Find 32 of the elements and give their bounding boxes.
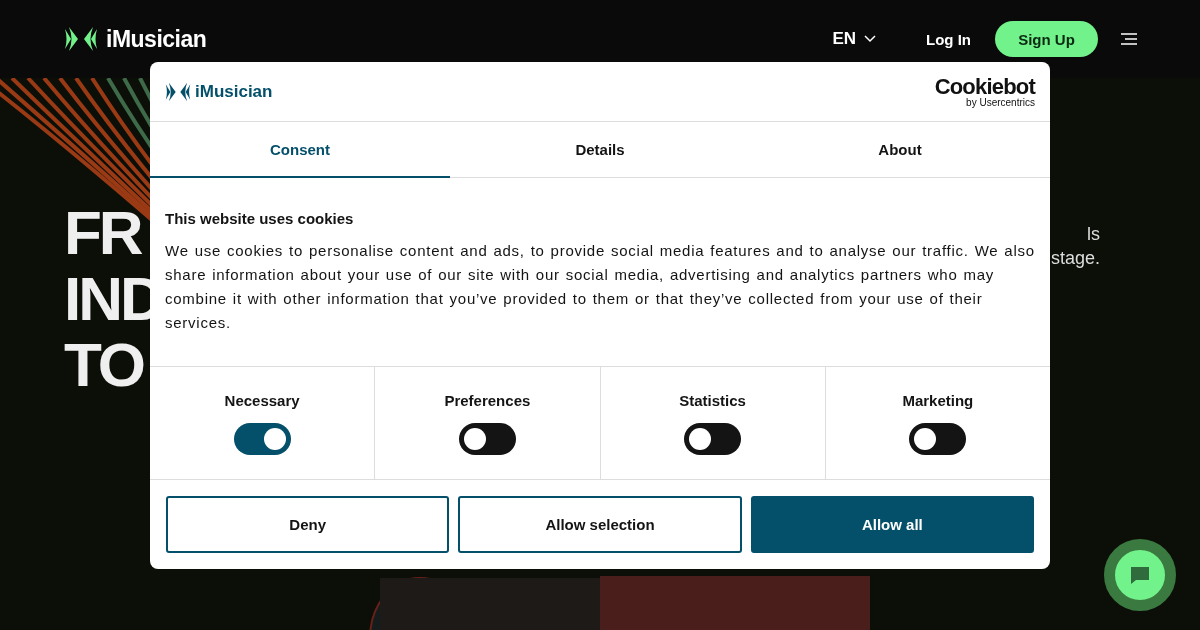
provider-logo: Cookiebot (934, 75, 1035, 98)
tab[interactable]: About (750, 122, 1050, 178)
consent-button[interactable]: Allow selection (458, 496, 742, 553)
tab[interactable]: Consent (150, 122, 450, 178)
dialog-text: We use cookies to personalise content and ads, to provide social media features and to analyse our traffic. We also share information about your use of our site with our social media, advertising and analytics partners who may combine it with other information that you’ve provided to them or that they’ve collected from your use of their services. (165, 241, 1035, 333)
dialog-heading: This website uses cookies (165, 210, 355, 227)
menu-button[interactable] (1120, 32, 1138, 46)
menu-icon (1120, 32, 1138, 46)
login-link[interactable]: Log In (926, 30, 971, 48)
tab[interactable]: Details (450, 122, 750, 178)
logo-icon (64, 25, 98, 53)
allow-all-button[interactable]: Allow all (750, 496, 1034, 553)
category-label: Preferences (444, 392, 531, 409)
toggle-switch[interactable] (233, 423, 291, 455)
hero-text: ls (1087, 223, 1100, 246)
toggle-switch[interactable] (684, 423, 742, 455)
logo-text: iMusician (106, 25, 207, 53)
language-selector[interactable]: EN (832, 29, 876, 49)
hero-text: stage. (1050, 247, 1100, 270)
logo-text: iMusician (195, 81, 273, 102)
chat-icon (1129, 564, 1151, 586)
toggle-switch[interactable] (909, 423, 967, 455)
chevron-down-icon (864, 35, 876, 43)
consent-button[interactable]: Deny (166, 496, 450, 553)
category-label: Marketing (902, 392, 974, 409)
category-label: Necessary (224, 392, 300, 409)
category-label: Statistics (679, 392, 746, 409)
provider-tagline: by Usercentrics (966, 97, 1035, 108)
hero-heading: TO (64, 334, 143, 396)
signup-button[interactable]: Sign Up (995, 21, 1098, 57)
hero-heading: FR (64, 202, 141, 264)
toggle-switch[interactable] (458, 423, 516, 455)
